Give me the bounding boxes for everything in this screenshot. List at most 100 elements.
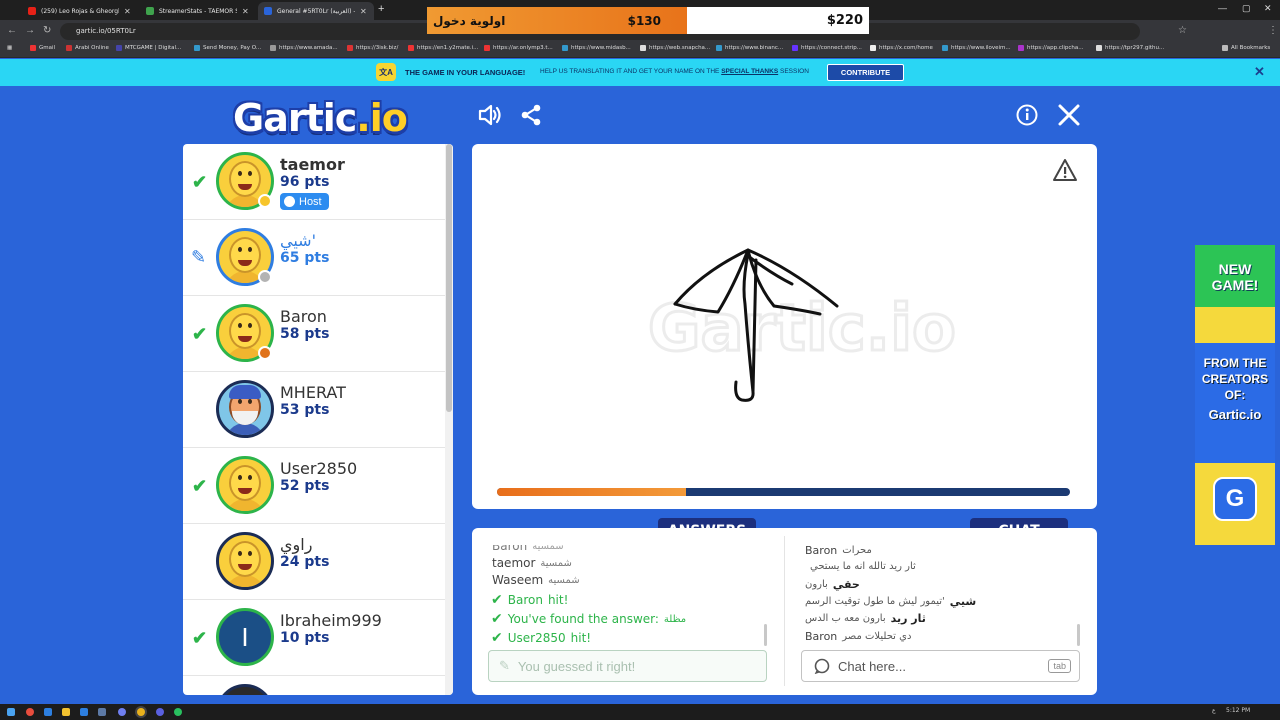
player-list-scrollbar[interactable]	[445, 144, 453, 695]
player-row[interactable]: ✎ شيي' 65 pts	[183, 220, 445, 296]
close-icon[interactable]: ✕	[124, 7, 131, 16]
bookmark[interactable]: Gmail	[30, 45, 55, 51]
answer-hit: ✔ User2850 hit!	[491, 630, 592, 646]
maximize-button[interactable]: ▢	[1242, 3, 1251, 14]
host-badge: Host	[280, 193, 329, 210]
bookmark-icon	[562, 45, 568, 51]
bookmark[interactable]: https://www.midasb...	[562, 45, 631, 51]
check-icon: ✔	[192, 324, 208, 344]
discord-icon[interactable]	[118, 708, 126, 716]
bookmark-icon	[942, 45, 948, 51]
close-banner-icon[interactable]: ✕	[1254, 64, 1265, 80]
check-icon: ✔	[491, 592, 503, 608]
host-icon	[284, 196, 295, 207]
side-advertisement[interactable]: NEW GAME! FROM THE CREATORS OF: Gartic.i…	[1195, 245, 1275, 545]
player-row[interactable]: MHERAT 53 pts	[183, 372, 445, 448]
chat-scrollbar[interactable]	[1077, 624, 1080, 646]
scrollbar-thumb[interactable]	[446, 144, 452, 412]
bookmarks-bar: ▦ Gmail Arabi Online MTCGAME | Digital..…	[0, 42, 1280, 58]
tray-clock[interactable]: 5:12 PM	[1226, 707, 1250, 714]
menu-icon[interactable]: ⋮	[1268, 25, 1278, 36]
chat-line: Baron دي تحليلات مصر	[805, 630, 912, 643]
bookmark[interactable]: https://www.iloveim...	[942, 45, 1011, 51]
star-icon[interactable]: ☆	[1178, 25, 1187, 36]
contribute-button[interactable]: CONTRIBUTE	[827, 64, 904, 81]
translation-banner: 文A THE GAME IN YOUR LANGUAGE! HELP US TR…	[0, 59, 1280, 86]
drawing-canvas[interactable]: Gartic.io	[472, 144, 1097, 509]
gartic-logo: Gartic.io	[233, 96, 408, 140]
tray-lang[interactable]: ع	[1212, 707, 1216, 714]
back-icon[interactable]: ←	[7, 25, 17, 36]
player-name: taemor	[280, 155, 345, 174]
bookmark[interactable]: https://tpr297.githu...	[1096, 45, 1164, 51]
taskview-icon[interactable]	[44, 708, 52, 716]
chrome-icon[interactable]	[137, 708, 145, 716]
forward-icon[interactable]: →	[25, 25, 35, 36]
answers-chat-panel: Baron شمسية taemor شمسية Waseem شمسيه ✔ Baro…	[472, 528, 1097, 695]
close-icon[interactable]: ✕	[360, 7, 367, 16]
browser-tab-gartic[interactable]: General #5RT0Lr (العربية) - Gart... ✕	[258, 2, 374, 20]
gartic-app-icon: G	[1213, 477, 1257, 521]
bookmark[interactable]: https://web.snapcha...	[640, 45, 710, 51]
overlay-priority: اولوية دخول $130	[427, 7, 687, 34]
info-icon[interactable]	[1016, 104, 1038, 132]
apps-icon[interactable]: ▦	[7, 45, 12, 51]
player-row[interactable]: ✔ User2850 52 pts	[183, 448, 445, 524]
player-row[interactable]: ✔ I Ibraheim999 10 pts	[183, 600, 445, 676]
bookmark[interactable]: https://www.binanc...	[716, 45, 783, 51]
reload-icon[interactable]: ↻	[43, 25, 51, 36]
search-icon[interactable]	[26, 708, 34, 716]
bookmark[interactable]: https://3isk.biz/	[347, 45, 398, 51]
player-points: 96 pts	[280, 174, 330, 190]
player-row[interactable]: ✔ taemor 96 pts Host	[183, 144, 445, 220]
tab-hint: tab	[1048, 659, 1071, 673]
chat-line: Baron محرات	[805, 544, 872, 557]
windows-start-icon[interactable]	[7, 708, 15, 716]
bookmark[interactable]: https://www.amada...	[270, 45, 338, 51]
chat-input[interactable]: Chat here... tab	[801, 650, 1080, 682]
steam-icon[interactable]	[98, 708, 106, 716]
player-row[interactable]: راوي 24 pts	[183, 524, 445, 600]
special-thanks-link[interactable]: SPECIAL THANKS	[721, 68, 778, 75]
check-icon: ✔	[192, 628, 208, 648]
stream-overlay: اولوية دخول $130 $220	[427, 7, 869, 34]
player-points: 53 pts	[280, 402, 330, 418]
umbrella-drawing	[673, 248, 839, 402]
app-icon[interactable]	[80, 708, 88, 716]
minimize-button[interactable]: —	[1218, 3, 1227, 13]
player-row[interactable]: ✔ Baron 58 pts	[183, 296, 445, 372]
player-row[interactable]	[183, 676, 445, 695]
all-bookmarks[interactable]: All Bookmarks	[1222, 45, 1270, 51]
youtube-icon	[28, 7, 36, 15]
avatar: I	[216, 608, 274, 666]
browser-tab-youtube[interactable]: (259) Leo Rojas & Gheorghe... ✕	[22, 2, 140, 20]
share-icon[interactable]	[519, 103, 543, 133]
pencil-icon: ✎	[191, 247, 207, 267]
close-window-button[interactable]: ✕	[1264, 3, 1272, 14]
answer-input[interactable]: ✎ You guessed it right!	[488, 650, 767, 682]
whatsapp-icon[interactable]	[174, 708, 182, 716]
app-icon[interactable]	[156, 708, 164, 716]
bookmark[interactable]: MTCGAME | Digital...	[116, 45, 181, 51]
bookmark[interactable]: https://x.com/home	[870, 45, 933, 51]
bookmark[interactable]: https://connect.strip...	[792, 45, 862, 51]
bookmark[interactable]: https://en1.y2mate.i...	[408, 45, 478, 51]
bookmark[interactable]: Arabi Online	[66, 45, 109, 51]
folder-icon[interactable]	[62, 708, 70, 716]
bookmark-icon	[66, 45, 72, 51]
bookmark-icon	[116, 45, 122, 51]
browser-tab-streamerstats[interactable]: StreamerStats - TAEMOR Stream... ✕	[140, 2, 258, 20]
panel-divider	[784, 536, 785, 686]
bookmark[interactable]: Send Money, Pay O...	[194, 45, 261, 51]
answers-scrollbar[interactable]	[764, 624, 767, 646]
exit-icon[interactable]	[1057, 103, 1081, 133]
turban-icon	[229, 385, 261, 399]
sound-icon[interactable]	[477, 102, 503, 134]
player-list: ✔ taemor 96 pts Host ✎ شيي' 65 pts ✔ Bar…	[183, 144, 453, 695]
banner-headline: THE GAME IN YOUR LANGUAGE!	[405, 68, 526, 77]
bookmark[interactable]: https://ar.onlymp3.t...	[484, 45, 553, 51]
report-warning-icon[interactable]	[1052, 158, 1078, 187]
new-tab-button[interactable]: +	[378, 3, 384, 15]
close-icon[interactable]: ✕	[242, 7, 249, 16]
bookmark[interactable]: https://app.clipcha...	[1018, 45, 1084, 51]
